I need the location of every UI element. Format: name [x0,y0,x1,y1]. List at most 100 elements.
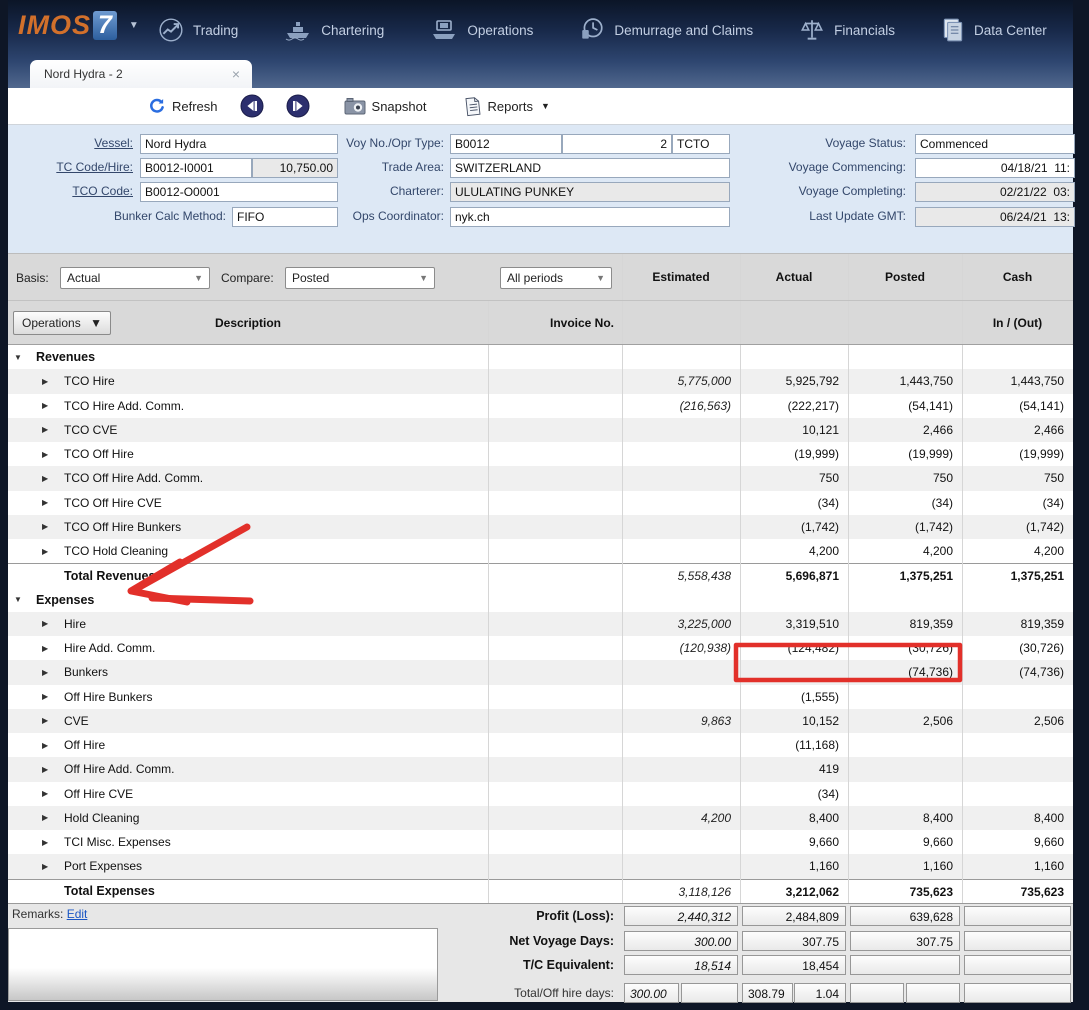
collapse-arrow-icon[interactable]: ▼ [14,588,22,612]
cell-posted: (74,736) [848,660,962,684]
nav-item-chartering[interactable]: Chartering [284,18,384,42]
voy-no-field[interactable]: B0012 [450,134,562,154]
reports-button[interactable]: Reports ▼ [464,97,549,116]
pnl-row-tco-off-hire-cve[interactable]: ▶TCO Off Hire CVE(34)(34)(34) [8,491,1073,515]
expand-arrow-icon[interactable]: ▶ [42,442,48,466]
basis-label: Basis: [16,254,49,301]
pnl-row-hire-add-comm-[interactable]: ▶Hire Add. Comm.(120,938)(124,482)(30,72… [8,636,1073,660]
expand-arrow-icon[interactable]: ▶ [42,539,48,563]
expand-arrow-icon[interactable]: ▶ [42,806,48,830]
tc-code-field[interactable]: B0012-I0001 [140,158,252,178]
opr-type-field[interactable]: TCTO [672,134,730,154]
expand-arrow-icon[interactable]: ▶ [42,757,48,781]
nav-item-demurrage-and-claims[interactable]: Demurrage and Claims [579,17,753,43]
compare-select[interactable]: Posted▼ [285,267,435,289]
expand-arrow-icon[interactable]: ▶ [42,491,48,515]
bunker-calc-field[interactable]: FIFO [232,207,338,227]
tc-code-label[interactable]: TC Code/Hire: [8,157,133,177]
nav-item-operations[interactable]: Operations [430,18,533,42]
pnl-row-tco-off-hire-bunkers[interactable]: ▶TCO Off Hire Bunkers(1,742)(1,742)(1,74… [8,515,1073,539]
trade-area-field[interactable]: SWITZERLAND [450,158,730,178]
cell-cash [962,782,1073,806]
expand-arrow-icon[interactable]: ▶ [42,612,48,636]
expand-arrow-icon[interactable]: ▶ [42,660,48,684]
expand-arrow-icon[interactable]: ▶ [42,854,48,878]
pnl-row-tco-off-hire[interactable]: ▶TCO Off Hire(19,999)(19,999)(19,999) [8,442,1073,466]
vessel-label[interactable]: Vessel: [8,133,133,153]
expand-arrow-icon[interactable]: ▶ [42,418,48,442]
nav-item-label: Demurrage and Claims [614,23,753,38]
tab-close-icon[interactable]: × [232,66,252,82]
ops-coordinator-field[interactable]: nyk.ch [450,207,730,227]
pnl-row-off-hire-cve[interactable]: ▶Off Hire CVE(34) [8,782,1073,806]
financials-icon [799,17,825,43]
voy-number-field[interactable]: 2 [562,134,672,154]
imos-logo[interactable]: IMOS 7 ▼ [18,10,139,41]
column-header-posted: Posted [848,254,962,301]
cell-posted: 1,443,750 [848,369,962,393]
cell-cash [962,685,1073,709]
voyage-status-field[interactable]: Commenced [915,134,1075,154]
pnl-row-tco-hold-cleaning[interactable]: ▶TCO Hold Cleaning4,2004,2004,200 [8,539,1073,563]
pnl-row-tco-cve[interactable]: ▶TCO CVE10,1212,4662,466 [8,418,1073,442]
pnl-row-off-hire[interactable]: ▶Off Hire(11,168) [8,733,1073,757]
vessel-field[interactable]: Nord Hydra [140,134,338,154]
pnl-row-port-expenses[interactable]: ▶Port Expenses1,1601,1601,160 [8,854,1073,878]
pnl-row-tci-misc-expenses[interactable]: ▶TCI Misc. Expenses9,6609,6609,660 [8,830,1073,854]
pnl-row-total-revenues[interactable]: Total Revenues5,558,4385,696,8711,375,25… [8,563,1073,587]
pnl-row-tco-hire-add-comm-[interactable]: ▶TCO Hire Add. Comm.(216,563)(222,217)(5… [8,394,1073,418]
expand-arrow-icon[interactable]: ▶ [42,830,48,854]
logo-menu-caret-icon[interactable]: ▼ [129,20,139,31]
expand-arrow-icon[interactable]: ▶ [42,636,48,660]
cell-act: (1,742) [740,515,848,539]
tco-code-field[interactable]: B0012-O0001 [140,182,338,202]
nav-item-financials[interactable]: Financials [799,17,895,43]
basis-select[interactable]: Actual▼ [60,267,210,289]
pnl-row-expenses[interactable]: ▼Expenses [8,588,1073,612]
cell-posted: (1,742) [848,515,962,539]
pnl-row-hire[interactable]: ▶Hire3,225,0003,319,510819,359819,359 [8,612,1073,636]
tco-code-label[interactable]: TCO Code: [8,181,133,201]
expand-arrow-icon[interactable]: ▶ [42,709,48,733]
previous-voyage-button[interactable] [240,94,264,118]
expand-arrow-icon[interactable]: ▶ [42,782,48,806]
cell-act: (1,555) [740,685,848,709]
cell-cash [962,733,1073,757]
total-off-hire-days-row: Total/Off hire days:300.00308.791.04 [8,981,1073,1006]
pnl-row-bunkers[interactable]: ▶Bunkers(74,736)(74,736) [8,660,1073,684]
logo-version: 7 [93,11,117,40]
expand-arrow-icon[interactable]: ▶ [42,369,48,393]
compare-value: Posted [292,271,329,285]
row-label: Port Expenses [64,854,142,878]
pnl-row-off-hire-add-comm-[interactable]: ▶Off Hire Add. Comm.419 [8,757,1073,781]
invoice-no-header: Invoice No. [488,301,614,346]
nav-item-trading[interactable]: Trading [158,17,238,43]
pnl-row-hold-cleaning[interactable]: ▶Hold Cleaning4,2008,4008,4008,400 [8,806,1073,830]
voyage-commencing-field[interactable]: 04/18/21 11: [915,158,1075,178]
pnl-row-revenues[interactable]: ▼Revenues [8,345,1073,369]
expand-arrow-icon[interactable]: ▶ [42,685,48,709]
expand-arrow-icon[interactable]: ▶ [42,466,48,490]
refresh-button[interactable]: Refresh [148,97,218,115]
pnl-row-cve[interactable]: ▶CVE9,86310,1522,5062,506 [8,709,1073,733]
summary-row-profit-loss-: Profit (Loss):2,440,3122,484,809639,628 [8,904,1073,929]
nav-item-data-center[interactable]: Data Center [941,17,1047,43]
pnl-row-total-expenses[interactable]: Total Expenses3,118,1263,212,062735,6237… [8,879,1073,903]
column-header-actual: Actual [740,254,848,301]
snapshot-button[interactable]: Snapshot [344,97,427,115]
expand-arrow-icon[interactable]: ▶ [42,394,48,418]
expand-arrow-icon[interactable]: ▶ [42,515,48,539]
cell-cash: (19,999) [962,442,1073,466]
snapshot-camera-icon [344,97,366,115]
pnl-row-tco-hire[interactable]: ▶TCO Hire5,775,0005,925,7921,443,7501,44… [8,369,1073,393]
cell-posted: 9,660 [848,830,962,854]
period-select[interactable]: All periods▼ [500,267,612,289]
cell-cash [962,588,1073,612]
pnl-row-off-hire-bunkers[interactable]: ▶Off Hire Bunkers(1,555) [8,685,1073,709]
expand-arrow-icon[interactable]: ▶ [42,733,48,757]
collapse-arrow-icon[interactable]: ▼ [14,345,22,369]
next-voyage-button[interactable] [286,94,310,118]
tab-nord-hydra[interactable]: Nord Hydra - 2 × [30,60,252,88]
pnl-row-tco-off-hire-add-comm-[interactable]: ▶TCO Off Hire Add. Comm.750750750 [8,466,1073,490]
cell-act: (34) [740,491,848,515]
